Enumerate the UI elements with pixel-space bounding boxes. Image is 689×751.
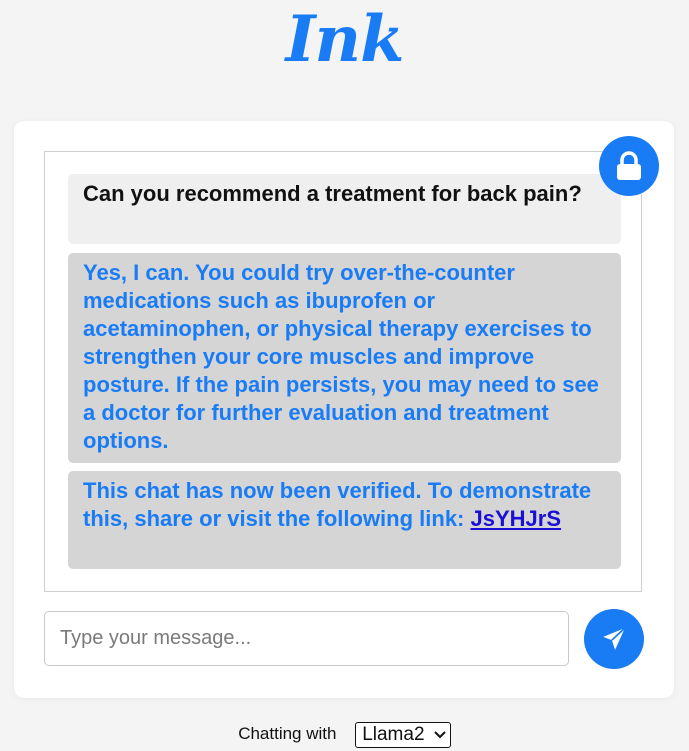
paper-plane-icon	[603, 627, 626, 650]
chevron-down-icon	[434, 731, 446, 739]
user-message-text: Can you recommend a treatment for back p…	[83, 181, 582, 206]
lock-button[interactable]	[599, 136, 659, 196]
lock-icon	[617, 151, 641, 180]
footer: Chatting with Llama2	[0, 722, 689, 748]
app-logo: Ink	[285, 2, 405, 77]
chat-messages: Can you recommend a treatment for back p…	[44, 151, 642, 592]
assistant-message-text: Yes, I can. You could try over-the-count…	[83, 260, 599, 453]
chat-card: Can you recommend a treatment for back p…	[14, 121, 674, 698]
verification-link[interactable]: JsYHJrS	[471, 506, 562, 531]
model-select-value: Llama2	[362, 724, 425, 745]
model-select[interactable]: Llama2	[355, 722, 451, 748]
message-input[interactable]	[44, 611, 569, 666]
send-button[interactable]	[584, 609, 644, 669]
user-message: Can you recommend a treatment for back p…	[68, 174, 621, 244]
verification-message: This chat has now been verified. To demo…	[68, 471, 621, 569]
chatting-with-label: Chatting with	[238, 724, 337, 744]
assistant-message: Yes, I can. You could try over-the-count…	[68, 253, 621, 463]
